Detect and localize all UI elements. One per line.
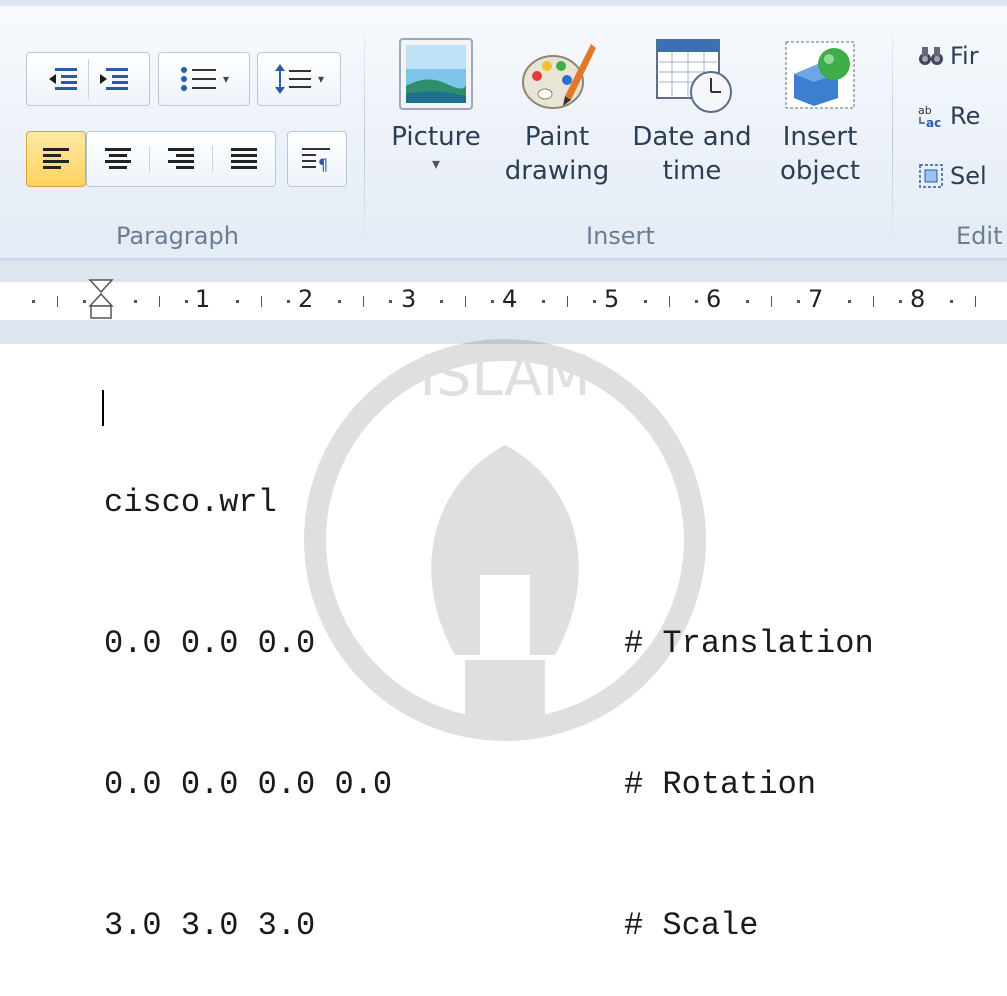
chevron-down-icon: ▾ — [431, 154, 441, 173]
bullets-button[interactable]: ▾ — [158, 52, 250, 106]
doc-line-left: cisco.wrl — [104, 484, 277, 521]
ruler-mark — [695, 300, 698, 303]
insert-object-button[interactable]: Insert object — [772, 36, 868, 188]
indent-marker-icon[interactable] — [88, 278, 114, 338]
select-label: Sel — [950, 162, 987, 190]
ruler-mark — [32, 300, 35, 303]
paragraph-icon: ¶ — [302, 148, 330, 173]
decrease-indent-icon[interactable] — [38, 59, 89, 99]
paint-label-line2: drawing — [504, 156, 610, 186]
paragraph-button[interactable]: ¶ — [287, 131, 347, 187]
group-divider — [364, 32, 365, 250]
ruler-mark — [848, 300, 851, 303]
align-left-button[interactable] — [26, 131, 86, 187]
ruler-number: 3 — [401, 285, 417, 313]
picture-label: Picture — [391, 122, 481, 152]
ruler-number: 5 — [604, 285, 620, 313]
line-spacing-icon — [274, 64, 311, 94]
ruler-mark — [491, 300, 494, 303]
doc-line-left: 0.0 0.0 0.0 0.0 — [104, 766, 393, 803]
ruler-mark — [185, 300, 188, 303]
picture-icon — [399, 38, 473, 110]
justify-icon[interactable] — [213, 146, 275, 172]
ruler-mark — [57, 296, 58, 307]
calendar-clock-icon — [656, 39, 732, 113]
ruler-number: 6 — [706, 285, 722, 313]
paint-drawing-button[interactable]: Paint drawing — [498, 36, 616, 188]
select-all-button[interactable]: Sel — [918, 162, 987, 190]
increase-indent-icon[interactable] — [89, 59, 139, 99]
chevron-down-icon: ▾ — [317, 72, 325, 86]
ruler-mark — [287, 300, 290, 303]
doc-line: 0.0 0.0 0.0 # Translation — [104, 620, 874, 667]
group-divider — [892, 32, 893, 250]
ruler-number: 1 — [195, 285, 211, 313]
ruler-number: 4 — [502, 285, 518, 313]
doc-line-comment: # Scale — [624, 907, 759, 944]
paint-label-line1: Paint — [524, 122, 590, 152]
paint-palette-icon — [522, 44, 596, 109]
ruler-mark — [134, 300, 137, 303]
doc-line-comment: # Rotation — [624, 766, 817, 803]
date-time-button[interactable]: Date and time — [626, 36, 758, 188]
ruler-mark — [236, 300, 239, 303]
ruler-mark — [593, 300, 596, 303]
bullet-list-icon — [180, 67, 216, 91]
editing-group-label: Edit — [956, 222, 1003, 250]
ruler-mark — [567, 296, 568, 307]
paragraph-group-label: Paragraph — [116, 222, 239, 250]
indent-button-pair — [26, 52, 150, 106]
alignment-group — [86, 131, 276, 187]
ruler-mark — [873, 296, 874, 307]
insert-object-label-line2: object — [779, 156, 861, 186]
ruler-mark — [440, 300, 443, 303]
picture-button[interactable]: Picture ▾ — [388, 36, 484, 173]
svg-text:ac: ac — [926, 116, 941, 129]
ruler-number: 2 — [298, 285, 314, 313]
ruler-mark — [950, 300, 953, 303]
align-left-icon — [43, 148, 69, 169]
ruler-mark — [261, 296, 262, 307]
ruler-number: 8 — [910, 285, 926, 313]
doc-line: cisco.wrl — [104, 479, 874, 526]
document-text[interactable]: cisco.wrl 0.0 0.0 0.0 # Translation 0.0 0… — [104, 385, 874, 996]
ruler-mark — [771, 296, 772, 307]
align-center-icon[interactable] — [87, 146, 150, 172]
ruler-mark — [389, 300, 392, 303]
ruler-mark — [465, 296, 466, 307]
doc-line-left: 3.0 3.0 3.0 — [104, 907, 316, 944]
ruler-mark — [797, 300, 800, 303]
select-all-icon — [918, 163, 944, 189]
svg-text:¶: ¶ — [318, 155, 328, 173]
line-spacing-button[interactable]: ▾ — [257, 52, 341, 106]
ruler-number: 7 — [808, 285, 824, 313]
ruler-mark — [542, 300, 545, 303]
ruler-mark — [975, 296, 976, 307]
ruler-mark — [83, 300, 86, 303]
replace-label: Re — [950, 102, 981, 130]
insert-object-icon — [785, 41, 855, 109]
date-time-label-line2: time — [662, 156, 722, 186]
ruler-mark — [746, 300, 749, 303]
insert-object-label-line1: Insert — [782, 122, 858, 152]
doc-line: 0.0 0.0 0.0 0.0 # Rotation — [104, 761, 874, 808]
doc-line: 3.0 3.0 3.0 # Scale — [104, 902, 874, 949]
ruler-mark — [159, 296, 160, 307]
ruler-mark — [338, 300, 341, 303]
doc-line-comment: # Translation — [624, 625, 874, 662]
find-label: Fir — [950, 42, 979, 70]
binoculars-icon — [918, 43, 944, 69]
insert-group-label: Insert — [586, 222, 655, 250]
replace-button[interactable]: ab ac Re — [918, 102, 980, 130]
chevron-down-icon: ▾ — [222, 72, 230, 86]
doc-line-left: 0.0 0.0 0.0 — [104, 625, 316, 662]
ruler-mark — [899, 300, 902, 303]
ruler-mark — [669, 296, 670, 307]
ruler-mark — [644, 300, 647, 303]
replace-icon: ab ac — [918, 103, 944, 129]
align-right-icon[interactable] — [150, 146, 213, 172]
ruler-mark — [363, 296, 364, 307]
find-button[interactable]: Fir — [918, 42, 979, 70]
date-time-label-line1: Date and — [632, 122, 752, 152]
